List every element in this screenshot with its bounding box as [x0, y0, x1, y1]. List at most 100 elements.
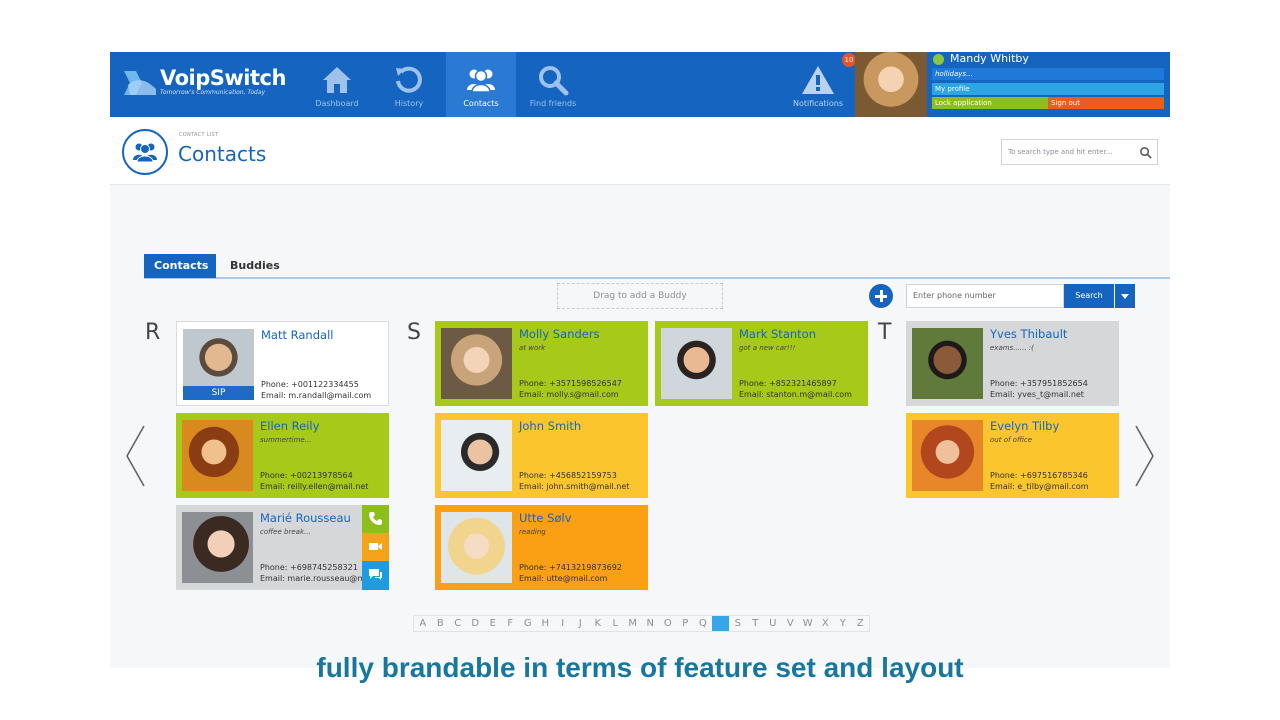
contact-phone: Phone: +3571598526547 — [519, 379, 622, 388]
alphabet-letter-n[interactable]: N — [642, 616, 660, 631]
contact-name[interactable]: Ellen Reily — [260, 419, 319, 433]
alphabet-letter-p[interactable]: P — [677, 616, 695, 631]
brand-logo[interactable]: VoipSwitch Tomorrow's Communication, Tod… — [110, 52, 300, 117]
search-options-dropdown[interactable] — [1115, 284, 1135, 308]
contacts-icon — [467, 69, 495, 93]
nav-contacts[interactable]: Contacts — [446, 52, 516, 117]
online-status-dot — [933, 54, 944, 65]
contact-photo — [182, 512, 253, 583]
contact-name[interactable]: Molly Sanders — [519, 327, 600, 341]
alphabet-letter-d[interactable]: D — [467, 616, 485, 631]
contacts-page-icon — [122, 129, 168, 175]
contact-status: coffee break... — [260, 528, 311, 536]
alphabet-letter-s[interactable]: S — [729, 616, 747, 631]
profile-panel: Mandy Whitby hollidays... My profile Loc… — [930, 52, 1170, 117]
lock-application-button[interactable]: Lock application — [932, 97, 1048, 109]
page-header: CONTACT LIST Contacts To search type and… — [110, 117, 1170, 185]
contact-name[interactable]: Utte Sølv — [519, 511, 572, 525]
alphabet-letter-i[interactable]: I — [554, 616, 572, 631]
previous-page-arrow-icon[interactable] — [124, 424, 146, 488]
contact-name[interactable]: Mark Stanton — [739, 327, 816, 341]
app-window: VoipSwitch Tomorrow's Communication, Tod… — [110, 52, 1170, 668]
contact-card[interactable]: Mark Stanton got a new car!!! Phone: +85… — [655, 321, 868, 406]
contacts-tabs: Contacts Buddies — [144, 254, 1170, 279]
contact-name[interactable]: Yves Thibault — [990, 327, 1067, 341]
contact-email: Email: yves_t@mail.net — [990, 390, 1084, 399]
contact-photo — [441, 420, 512, 491]
alphabet-letter-u[interactable]: U — [764, 616, 782, 631]
contact-photo — [912, 328, 983, 399]
contact-card[interactable]: Evelyn Tilby out of office Phone: +69751… — [906, 413, 1119, 498]
my-profile-link[interactable]: My profile — [932, 83, 1164, 95]
phone-search-button[interactable]: Search — [1064, 284, 1114, 308]
alphabet-letter-x[interactable]: X — [817, 616, 835, 631]
buddy-drop-zone[interactable]: Drag to add a Buddy — [557, 283, 723, 309]
page-title: Contacts — [178, 142, 267, 166]
alphabet-letter-f[interactable]: F — [502, 616, 520, 631]
alphabet-letter-z[interactable]: Z — [852, 616, 870, 631]
notifications-button[interactable]: Notifications 10 — [782, 52, 856, 117]
contact-status: got a new car!!! — [739, 344, 796, 352]
alphabet-letter-j[interactable]: J — [572, 616, 590, 631]
alphabet-letter-c[interactable]: C — [449, 616, 467, 631]
profile-name: Mandy Whitby — [950, 52, 1029, 65]
nav-history[interactable]: History — [374, 52, 444, 117]
alphabet-letter-a[interactable]: A — [414, 616, 432, 631]
chat-button[interactable] — [362, 561, 389, 590]
call-button[interactable] — [362, 505, 389, 533]
home-icon — [323, 67, 351, 93]
contact-name[interactable]: John Smith — [519, 419, 581, 433]
notifications-badge: 10 — [842, 53, 856, 67]
brand-name: VoipSwitch — [160, 66, 286, 90]
contact-phone: Phone: +697516785346 — [990, 471, 1088, 480]
contact-card[interactable]: Utte Sølv reading Phone: +7413219873692 … — [435, 505, 648, 590]
search-placeholder: To search type and hit enter... — [1008, 148, 1113, 156]
contact-photo — [661, 328, 732, 399]
promo-caption: fully brandable in terms of feature set … — [316, 652, 964, 683]
nav-dashboard[interactable]: Dashboard — [302, 52, 372, 117]
phone-number-input[interactable]: Enter phone number — [906, 284, 1064, 308]
alphabet-letter-q[interactable]: Q — [694, 616, 712, 631]
contacts-search-input[interactable]: To search type and hit enter... — [1001, 139, 1158, 165]
contact-name[interactable]: Evelyn Tilby — [990, 419, 1059, 433]
alphabet-letter-k[interactable]: K — [589, 616, 607, 631]
history-icon — [396, 66, 422, 93]
nav-label: Find friends — [529, 99, 577, 108]
avatar[interactable] — [855, 52, 927, 117]
contact-card[interactable]: Ellen Reily summertime... Phone: +002139… — [176, 413, 389, 498]
nav-label: Contacts — [463, 99, 499, 108]
alphabet-letter-g[interactable]: G — [519, 616, 537, 631]
alphabet-letter-y[interactable]: Y — [834, 616, 852, 631]
alphabet-letter-m[interactable]: M — [624, 616, 642, 631]
contact-name[interactable]: Matt Randall — [261, 328, 333, 342]
alphabet-letter-r[interactable]: R — [711, 616, 729, 631]
add-contact-button[interactable] — [869, 284, 893, 308]
top-bar: VoipSwitch Tomorrow's Communication, Tod… — [110, 52, 1170, 117]
alphabet-letter-w[interactable]: W — [799, 616, 817, 631]
sign-out-button[interactable]: Sign out — [1048, 97, 1164, 109]
contact-card[interactable]: Molly Sanders at work Phone: +3571598526… — [435, 321, 648, 406]
search-icon — [539, 66, 569, 96]
alphabet-letter-l[interactable]: L — [607, 616, 625, 631]
tab-contacts[interactable]: Contacts — [144, 254, 216, 278]
status-message[interactable]: hollidays... — [932, 68, 1164, 80]
alphabet-letter-t[interactable]: T — [747, 616, 765, 631]
contact-name[interactable]: Marié Rousseau — [260, 511, 351, 525]
next-page-arrow-icon[interactable] — [1134, 424, 1156, 488]
contact-card[interactable]: SIP Matt Randall Phone: +001122334455 Em… — [176, 321, 389, 406]
alphabet-letter-o[interactable]: O — [659, 616, 677, 631]
alphabet-letter-b[interactable]: B — [432, 616, 450, 631]
alphabet-letter-v[interactable]: V — [782, 616, 800, 631]
phone-icon — [369, 512, 382, 525]
alphabet-letter-h[interactable]: H — [537, 616, 555, 631]
contact-email: Email: marie.rousseau@mail.com — [260, 574, 362, 583]
contact-card[interactable]: John Smith Phone: +456852159753 Email: j… — [435, 413, 648, 498]
video-camera-icon — [369, 543, 382, 550]
tab-buddies[interactable]: Buddies — [220, 254, 290, 278]
alphabet-letter-e[interactable]: E — [484, 616, 502, 631]
contact-card[interactable]: Marié Rousseau coffee break... Phone: +6… — [176, 505, 389, 590]
video-call-button[interactable] — [362, 533, 389, 561]
nav-find-friends[interactable]: Find friends — [518, 52, 588, 117]
search-icon[interactable] — [1139, 146, 1152, 159]
contact-card[interactable]: Yves Thibault exams...... :( Phone: +357… — [906, 321, 1119, 406]
